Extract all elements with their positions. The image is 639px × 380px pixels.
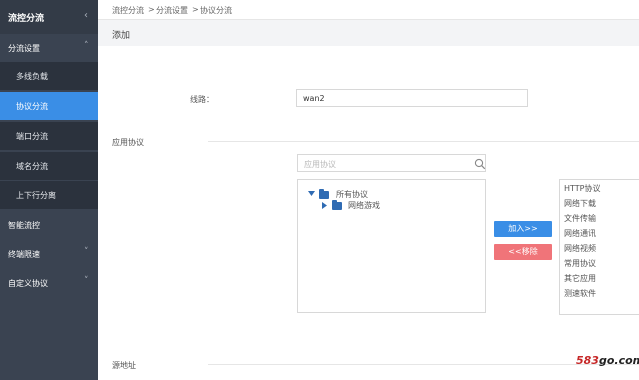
- list-item[interactable]: 网络视频: [564, 243, 596, 254]
- sidebar-group-label: 分流设置: [8, 44, 40, 53]
- sidebar-group-custom-protocol[interactable]: 自定义协议 ˅: [0, 269, 98, 297]
- line-input-value: wan2: [303, 94, 325, 103]
- caret-down-icon[interactable]: [308, 191, 315, 197]
- sidebar-item-multiline-load[interactable]: 多线负载: [0, 62, 98, 90]
- breadcrumb-item[interactable]: 流控分流: [112, 5, 144, 16]
- sidebar-item-domain-distribution[interactable]: 域名分流: [0, 152, 98, 180]
- search-icon[interactable]: [474, 158, 486, 170]
- remove-button[interactable]: <<移除: [494, 244, 552, 260]
- search-placeholder: 应用协议: [304, 160, 336, 169]
- sidebar-item-label: 域名分流: [16, 162, 48, 171]
- line-input[interactable]: wan2: [296, 89, 528, 107]
- page-title-bar: 添加: [98, 20, 639, 46]
- sidebar-group-label: 自定义协议: [8, 279, 48, 288]
- list-item[interactable]: 网络通讯: [564, 228, 596, 239]
- protocol-tree: 所有协议 网络游戏: [297, 179, 486, 313]
- add-button[interactable]: 加入>>: [494, 221, 552, 237]
- sidebar-item-up-down-separation[interactable]: 上下行分离: [0, 181, 98, 209]
- list-item[interactable]: 网络下载: [564, 198, 596, 209]
- chevron-down-icon: ˅: [84, 276, 89, 286]
- line-label: 线路：: [190, 95, 214, 104]
- sidebar-group-smart-flow-control[interactable]: 智能流控: [0, 211, 98, 239]
- list-item[interactable]: 其它应用: [564, 273, 596, 284]
- list-item[interactable]: 测速软件: [564, 288, 596, 299]
- chevron-up-icon: ˄: [84, 41, 89, 51]
- sidebar-group-label: 终端限速: [8, 250, 40, 259]
- page-title: 添加: [112, 31, 131, 41]
- list-item[interactable]: HTTP协议: [564, 183, 600, 194]
- breadcrumb-item[interactable]: 分流设置: [156, 5, 188, 16]
- folder-icon: [332, 200, 342, 210]
- breadcrumb-item: 协议分流: [200, 6, 232, 15]
- chevron-down-icon: ˅: [84, 247, 89, 257]
- sidebar-item-label: 协议分流: [16, 102, 48, 111]
- sidebar-item-label: 多线负载: [16, 72, 48, 81]
- sidebar-item-protocol-distribution[interactable]: 协议分流: [0, 92, 98, 120]
- watermark: 583go.com: [576, 354, 639, 367]
- list-item[interactable]: 常用协议: [564, 258, 596, 269]
- breadcrumb-separator: >: [192, 5, 199, 14]
- protocol-search-input[interactable]: 应用协议: [297, 154, 486, 172]
- list-item[interactable]: 文件传输: [564, 213, 596, 224]
- main-content: 流控分流 > 分流设置 > 协议分流 添加 线路： wan2 应用协议 应用协议…: [98, 0, 639, 380]
- section-divider: [208, 364, 639, 365]
- chevron-left-icon[interactable]: ‹: [84, 10, 88, 21]
- sidebar-header-title: 流控分流: [8, 14, 45, 24]
- breadcrumb-separator: >: [148, 5, 155, 14]
- sidebar-group-terminal-speed-limit[interactable]: 终端限速 ˅: [0, 240, 98, 268]
- sidebar-item-label: 端口分流: [16, 132, 48, 141]
- breadcrumb: 流控分流 > 分流设置 > 协议分流: [98, 0, 639, 20]
- sidebar-item-port-distribution[interactable]: 端口分流: [0, 122, 98, 150]
- sidebar-group-label: 智能流控: [8, 221, 40, 230]
- sidebar: 流控分流 ‹ 分流设置 ˄ 多线负载 协议分流 端口分流 域名分流 上下行分离 …: [0, 0, 98, 380]
- caret-right-icon[interactable]: [322, 202, 328, 209]
- source-address-label: 源地址: [112, 361, 136, 370]
- sidebar-item-label: 上下行分离: [16, 191, 56, 200]
- folder-icon: [319, 189, 329, 199]
- watermark-domain: go.com: [598, 354, 639, 367]
- watermark-number: 583: [576, 354, 599, 367]
- tree-node-label: 网络游戏: [348, 201, 380, 210]
- tree-node-child[interactable]: 网络游戏: [322, 199, 482, 211]
- app-protocol-label: 应用协议: [112, 138, 144, 147]
- sidebar-header[interactable]: 流控分流 ‹: [0, 0, 98, 34]
- section-divider: [208, 141, 639, 142]
- sidebar-group-distribution-settings[interactable]: 分流设置 ˄: [0, 34, 98, 62]
- protocol-list: HTTP协议 网络下载 文件传输 网络通讯 网络视频 常用协议 其它应用 测速软…: [559, 179, 639, 315]
